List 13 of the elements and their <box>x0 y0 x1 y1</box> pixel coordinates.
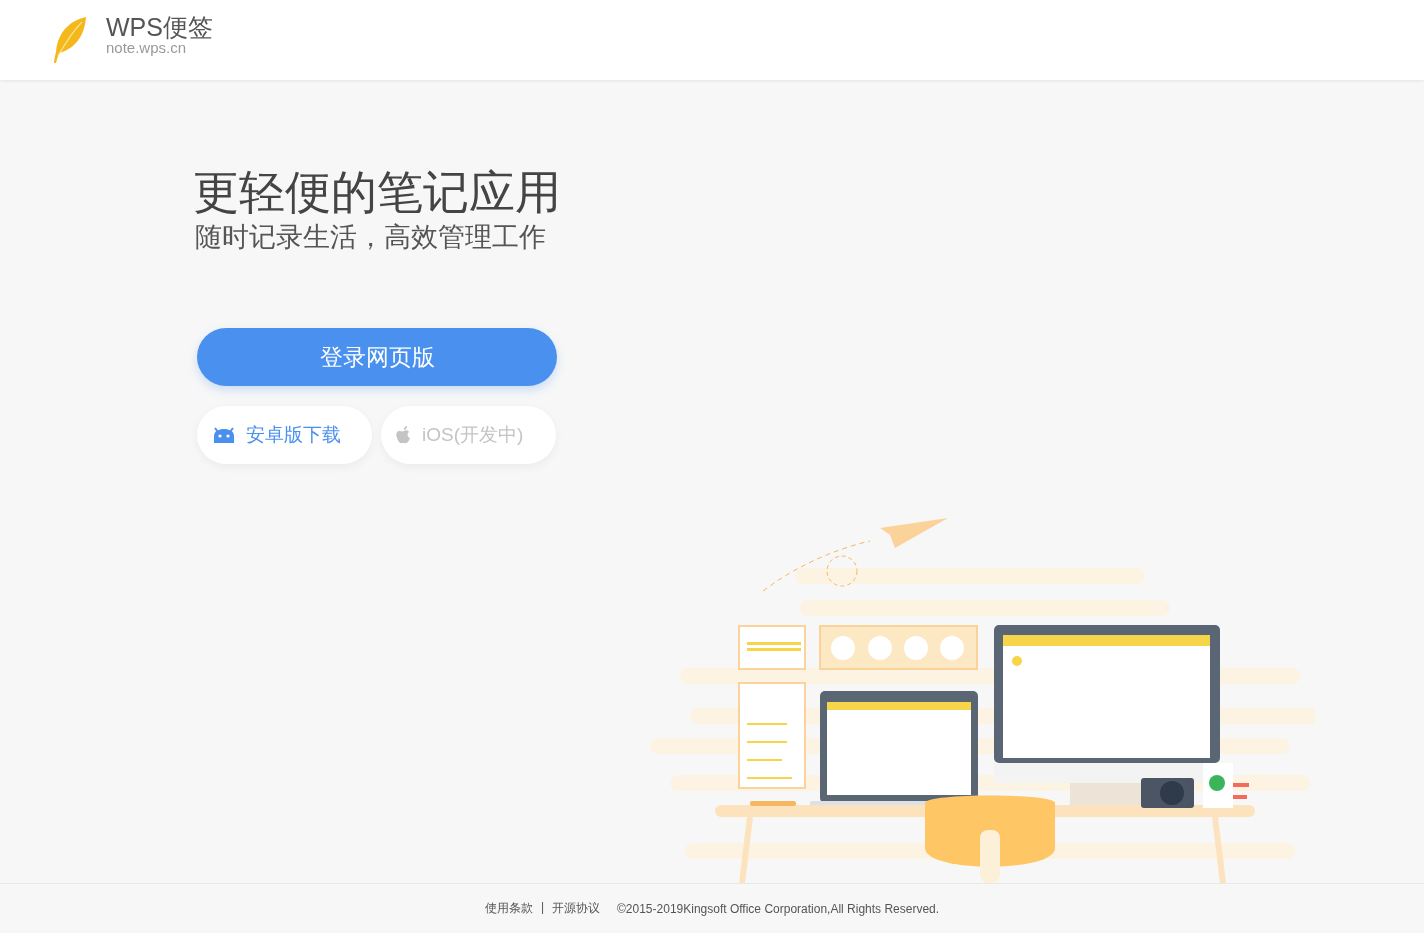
copyright-text: ©2015-2019Kingsoft Office Corporation,All Rights Reserved. <box>617 901 940 916</box>
android-download-button[interactable]: 安卓版下载 <box>197 406 372 464</box>
site-domain: note.wps.cn <box>106 40 188 56</box>
app-title: WPS便签 <box>106 14 213 40</box>
apple-icon <box>395 425 413 445</box>
footer-link[interactable]: 使用条款 <box>484 900 533 917</box>
headline: 更轻便的笔记应用 <box>193 165 561 220</box>
web-login-button[interactable]: 登录网页版 <box>197 328 557 386</box>
feather-logo-icon <box>52 16 88 64</box>
android-icon <box>211 427 237 443</box>
link-separator: | <box>540 900 544 916</box>
footer-link[interactable]: 开源协议 <box>552 900 600 917</box>
subheadline: 随时记录生活，高效管理工作 <box>195 221 546 254</box>
